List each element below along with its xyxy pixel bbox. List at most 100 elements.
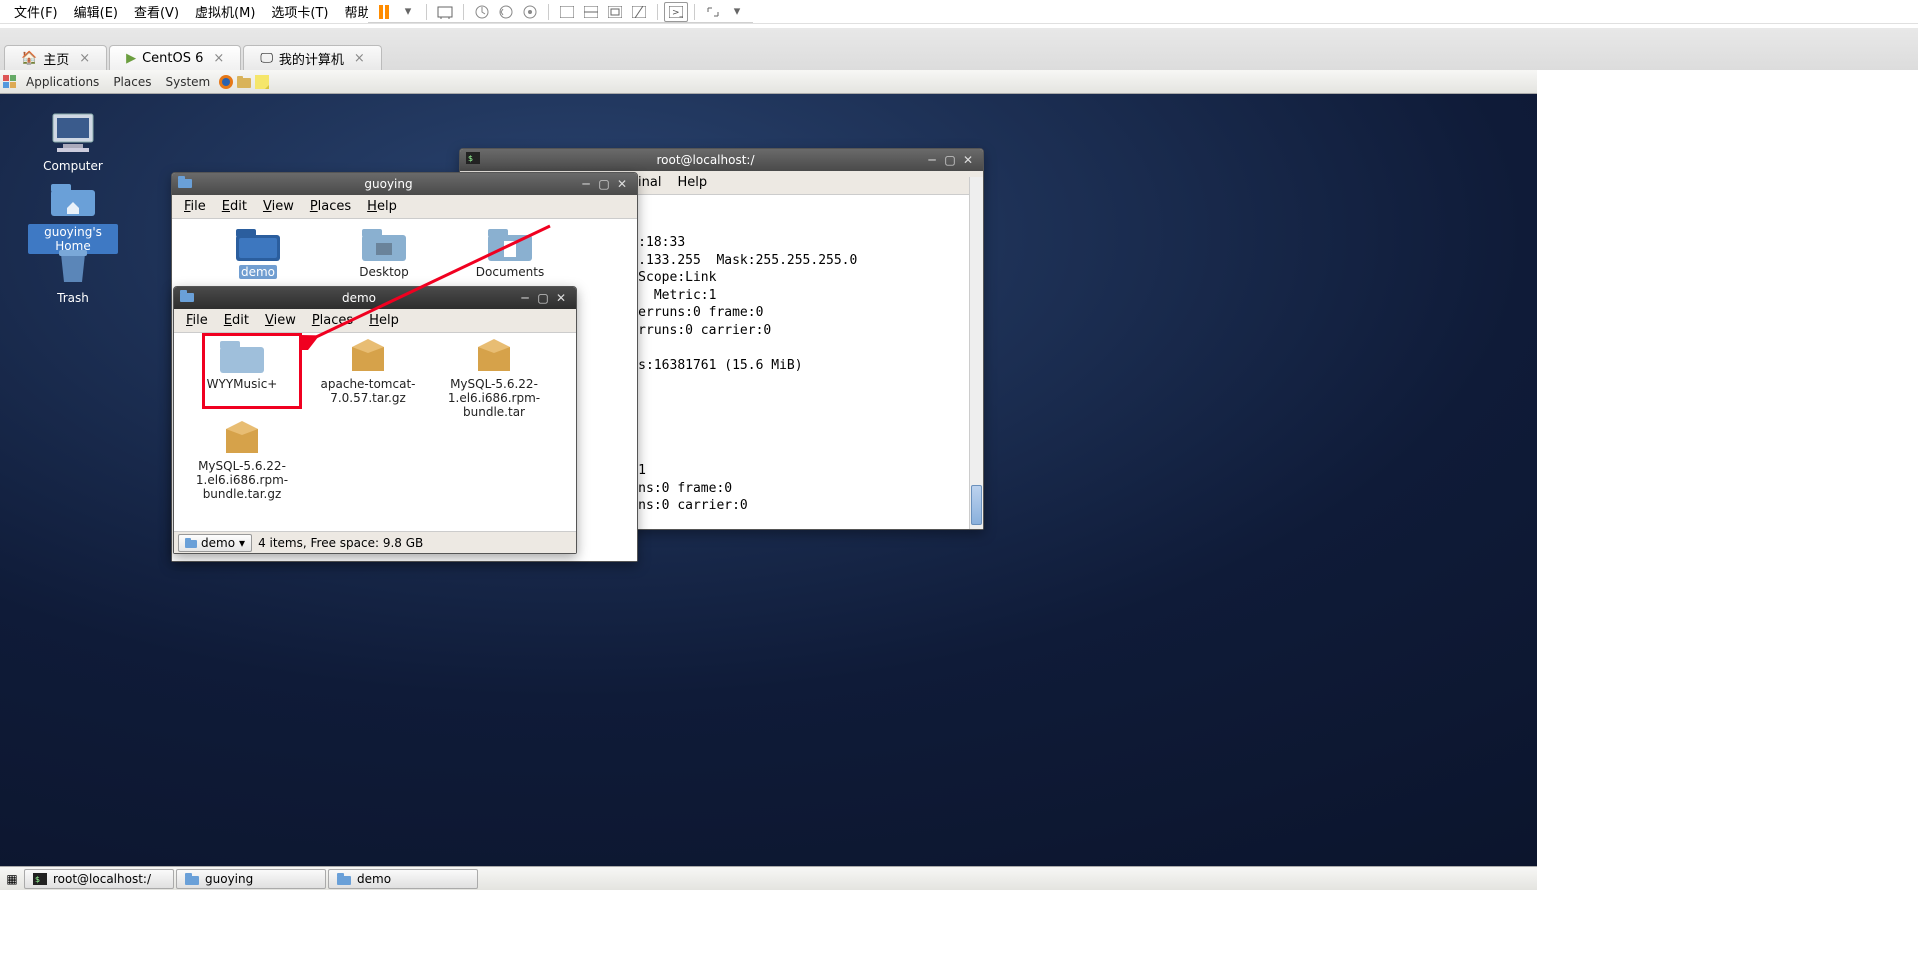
taskbar-item-terminal[interactable]: $ root@localhost:/ — [24, 869, 174, 889]
menu-file[interactable]: File — [176, 199, 214, 214]
snapshot-revert-icon[interactable] — [494, 2, 518, 22]
snapshot-manage-icon[interactable] — [518, 2, 542, 22]
fullscreen-icon[interactable] — [603, 2, 627, 22]
menu-places[interactable]: Places — [304, 313, 361, 328]
menu-places[interactable]: Places — [302, 199, 359, 214]
minimize-button[interactable]: ─ — [577, 177, 595, 191]
host-menu-view[interactable]: 查看(V) — [126, 2, 187, 21]
host-menu-file[interactable]: 文件(F) — [6, 2, 66, 21]
taskbar-item-guoying[interactable]: guoying — [176, 869, 326, 889]
folder-desktop-icon — [362, 225, 406, 263]
desktop-icon-home[interactable]: guoying's Home — [28, 178, 118, 254]
computer-icon — [47, 112, 99, 154]
console-icon[interactable]: >_ — [664, 2, 688, 22]
window-title: demo — [202, 291, 516, 305]
vm-icon: ▶ — [126, 51, 136, 66]
menu-file[interactable]: File — [178, 313, 216, 328]
minimize-button[interactable]: ─ — [923, 153, 941, 167]
host-tabbar: 🏠 主页 × ▶ CentOS 6 × 🖵 我的计算机 × — [0, 28, 1918, 72]
trash-icon — [47, 244, 99, 286]
tab-home[interactable]: 🏠 主页 × — [4, 45, 107, 71]
menu-help[interactable]: Help — [359, 199, 405, 214]
file-manager-icon[interactable] — [236, 74, 252, 90]
maximize-button[interactable]: ▢ — [534, 291, 552, 305]
tab-centos6[interactable]: ▶ CentOS 6 × — [109, 45, 241, 71]
file-item-demo[interactable]: demo — [196, 225, 320, 279]
menu-help[interactable]: Help — [669, 175, 715, 190]
tab-mycomputer-label: 我的计算机 — [279, 49, 344, 68]
stretch-dropdown-icon[interactable]: ▾ — [725, 2, 749, 22]
location-label: demo — [201, 536, 235, 550]
svg-text:$: $ — [35, 875, 40, 884]
tab-mycomputer[interactable]: 🖵 我的计算机 × — [243, 45, 381, 71]
menu-places[interactable]: Places — [107, 75, 157, 89]
close-icon[interactable]: × — [354, 51, 365, 66]
host-toolbar: ▾ >_ ▾ — [368, 1, 753, 23]
view-split-icon[interactable] — [579, 2, 603, 22]
folder-title-icon — [178, 176, 194, 192]
file-item-mysql-tar[interactable]: MySQL-5.6.22-1.el6.i686.rpm-bundle.tar — [432, 337, 556, 419]
file-label: Desktop — [359, 265, 409, 279]
file-item-mysql-targz[interactable]: MySQL-5.6.22-1.el6.i686.rpm-bundle.tar.g… — [180, 419, 304, 501]
menu-applications[interactable]: Applications — [20, 75, 105, 89]
file-item-desktop[interactable]: Desktop — [322, 225, 446, 279]
close-icon[interactable]: × — [79, 51, 90, 66]
menu-view[interactable]: View — [257, 313, 304, 328]
home-icon: 🏠 — [21, 51, 37, 66]
folder-docs-icon — [488, 225, 532, 263]
host-menu-vm[interactable]: 虚拟机(M) — [187, 2, 263, 21]
home-folder-icon — [47, 178, 99, 220]
menu-edit[interactable]: Edit — [214, 199, 255, 214]
file-label: demo — [239, 265, 277, 279]
desktop-icon-label: Trash — [53, 290, 93, 306]
desktop-icon-trash[interactable]: Trash — [28, 244, 118, 306]
location-button[interactable]: demo ▾ — [178, 534, 252, 552]
desktop-icon-computer[interactable]: Computer — [28, 112, 118, 174]
menu-system[interactable]: System — [159, 75, 216, 89]
maximize-button[interactable]: ▢ — [595, 177, 613, 191]
firefox-icon[interactable] — [218, 74, 234, 90]
file-label: Documents — [476, 265, 544, 279]
file-item-tomcat[interactable]: apache-tomcat-7.0.57.tar.gz — [306, 337, 430, 405]
host-menu-tabs[interactable]: 选项卡(T) — [263, 2, 336, 21]
host-blank-area-bottom — [0, 890, 1538, 979]
close-button[interactable]: ✕ — [959, 153, 977, 167]
unity-icon[interactable] — [627, 2, 651, 22]
window-title: root@localhost:/ — [488, 153, 923, 167]
stretch-icon[interactable] — [701, 2, 725, 22]
status-text: 4 items, Free space: 9.8 GB — [258, 536, 423, 550]
menu-view[interactable]: View — [255, 199, 302, 214]
archive-icon — [472, 337, 516, 375]
maximize-button[interactable]: ▢ — [941, 153, 959, 167]
file-item-documents[interactable]: Documents — [448, 225, 572, 279]
window-filebrowser-demo[interactable]: demo ─ ▢ ✕ File Edit View Places Help WY… — [173, 286, 577, 554]
notes-icon[interactable] — [254, 74, 270, 90]
snapshot-icon[interactable] — [470, 2, 494, 22]
close-button[interactable]: ✕ — [613, 177, 631, 191]
taskbar-item-demo[interactable]: demo — [328, 869, 478, 889]
host-menu-edit[interactable]: 编辑(E) — [66, 2, 126, 21]
terminal-scrollbar[interactable] — [969, 177, 983, 529]
annotation-highlight-box — [202, 333, 302, 409]
pause-button[interactable] — [372, 2, 396, 22]
minimize-button[interactable]: ─ — [516, 291, 534, 305]
menu-help[interactable]: Help — [361, 313, 407, 328]
folder-icon — [236, 225, 280, 263]
scrollbar-thumb[interactable] — [971, 485, 982, 525]
tab-home-label: 主页 — [43, 49, 69, 68]
monitor-icon: 🖵 — [260, 51, 273, 66]
tab-centos6-label: CentOS 6 — [142, 51, 203, 66]
file-label: MySQL-5.6.22-1.el6.i686.rpm-bundle.tar.g… — [180, 459, 304, 501]
menu-edit[interactable]: Edit — [216, 313, 257, 328]
terminal-title-icon: $ — [466, 152, 482, 168]
close-button[interactable]: ✕ — [552, 291, 570, 305]
view-single-icon[interactable] — [555, 2, 579, 22]
show-desktop-icon[interactable]: ▦ — [2, 872, 22, 886]
archive-icon — [220, 419, 264, 457]
toolbar-dropdown-icon[interactable]: ▾ — [396, 2, 420, 22]
send-ctrlaltdel-icon[interactable] — [433, 2, 457, 22]
taskbar-label: root@localhost:/ — [53, 872, 151, 886]
file-label: MySQL-5.6.22-1.el6.i686.rpm-bundle.tar — [432, 377, 556, 419]
svg-text:>_: >_ — [672, 8, 683, 18]
close-icon[interactable]: × — [213, 51, 224, 66]
